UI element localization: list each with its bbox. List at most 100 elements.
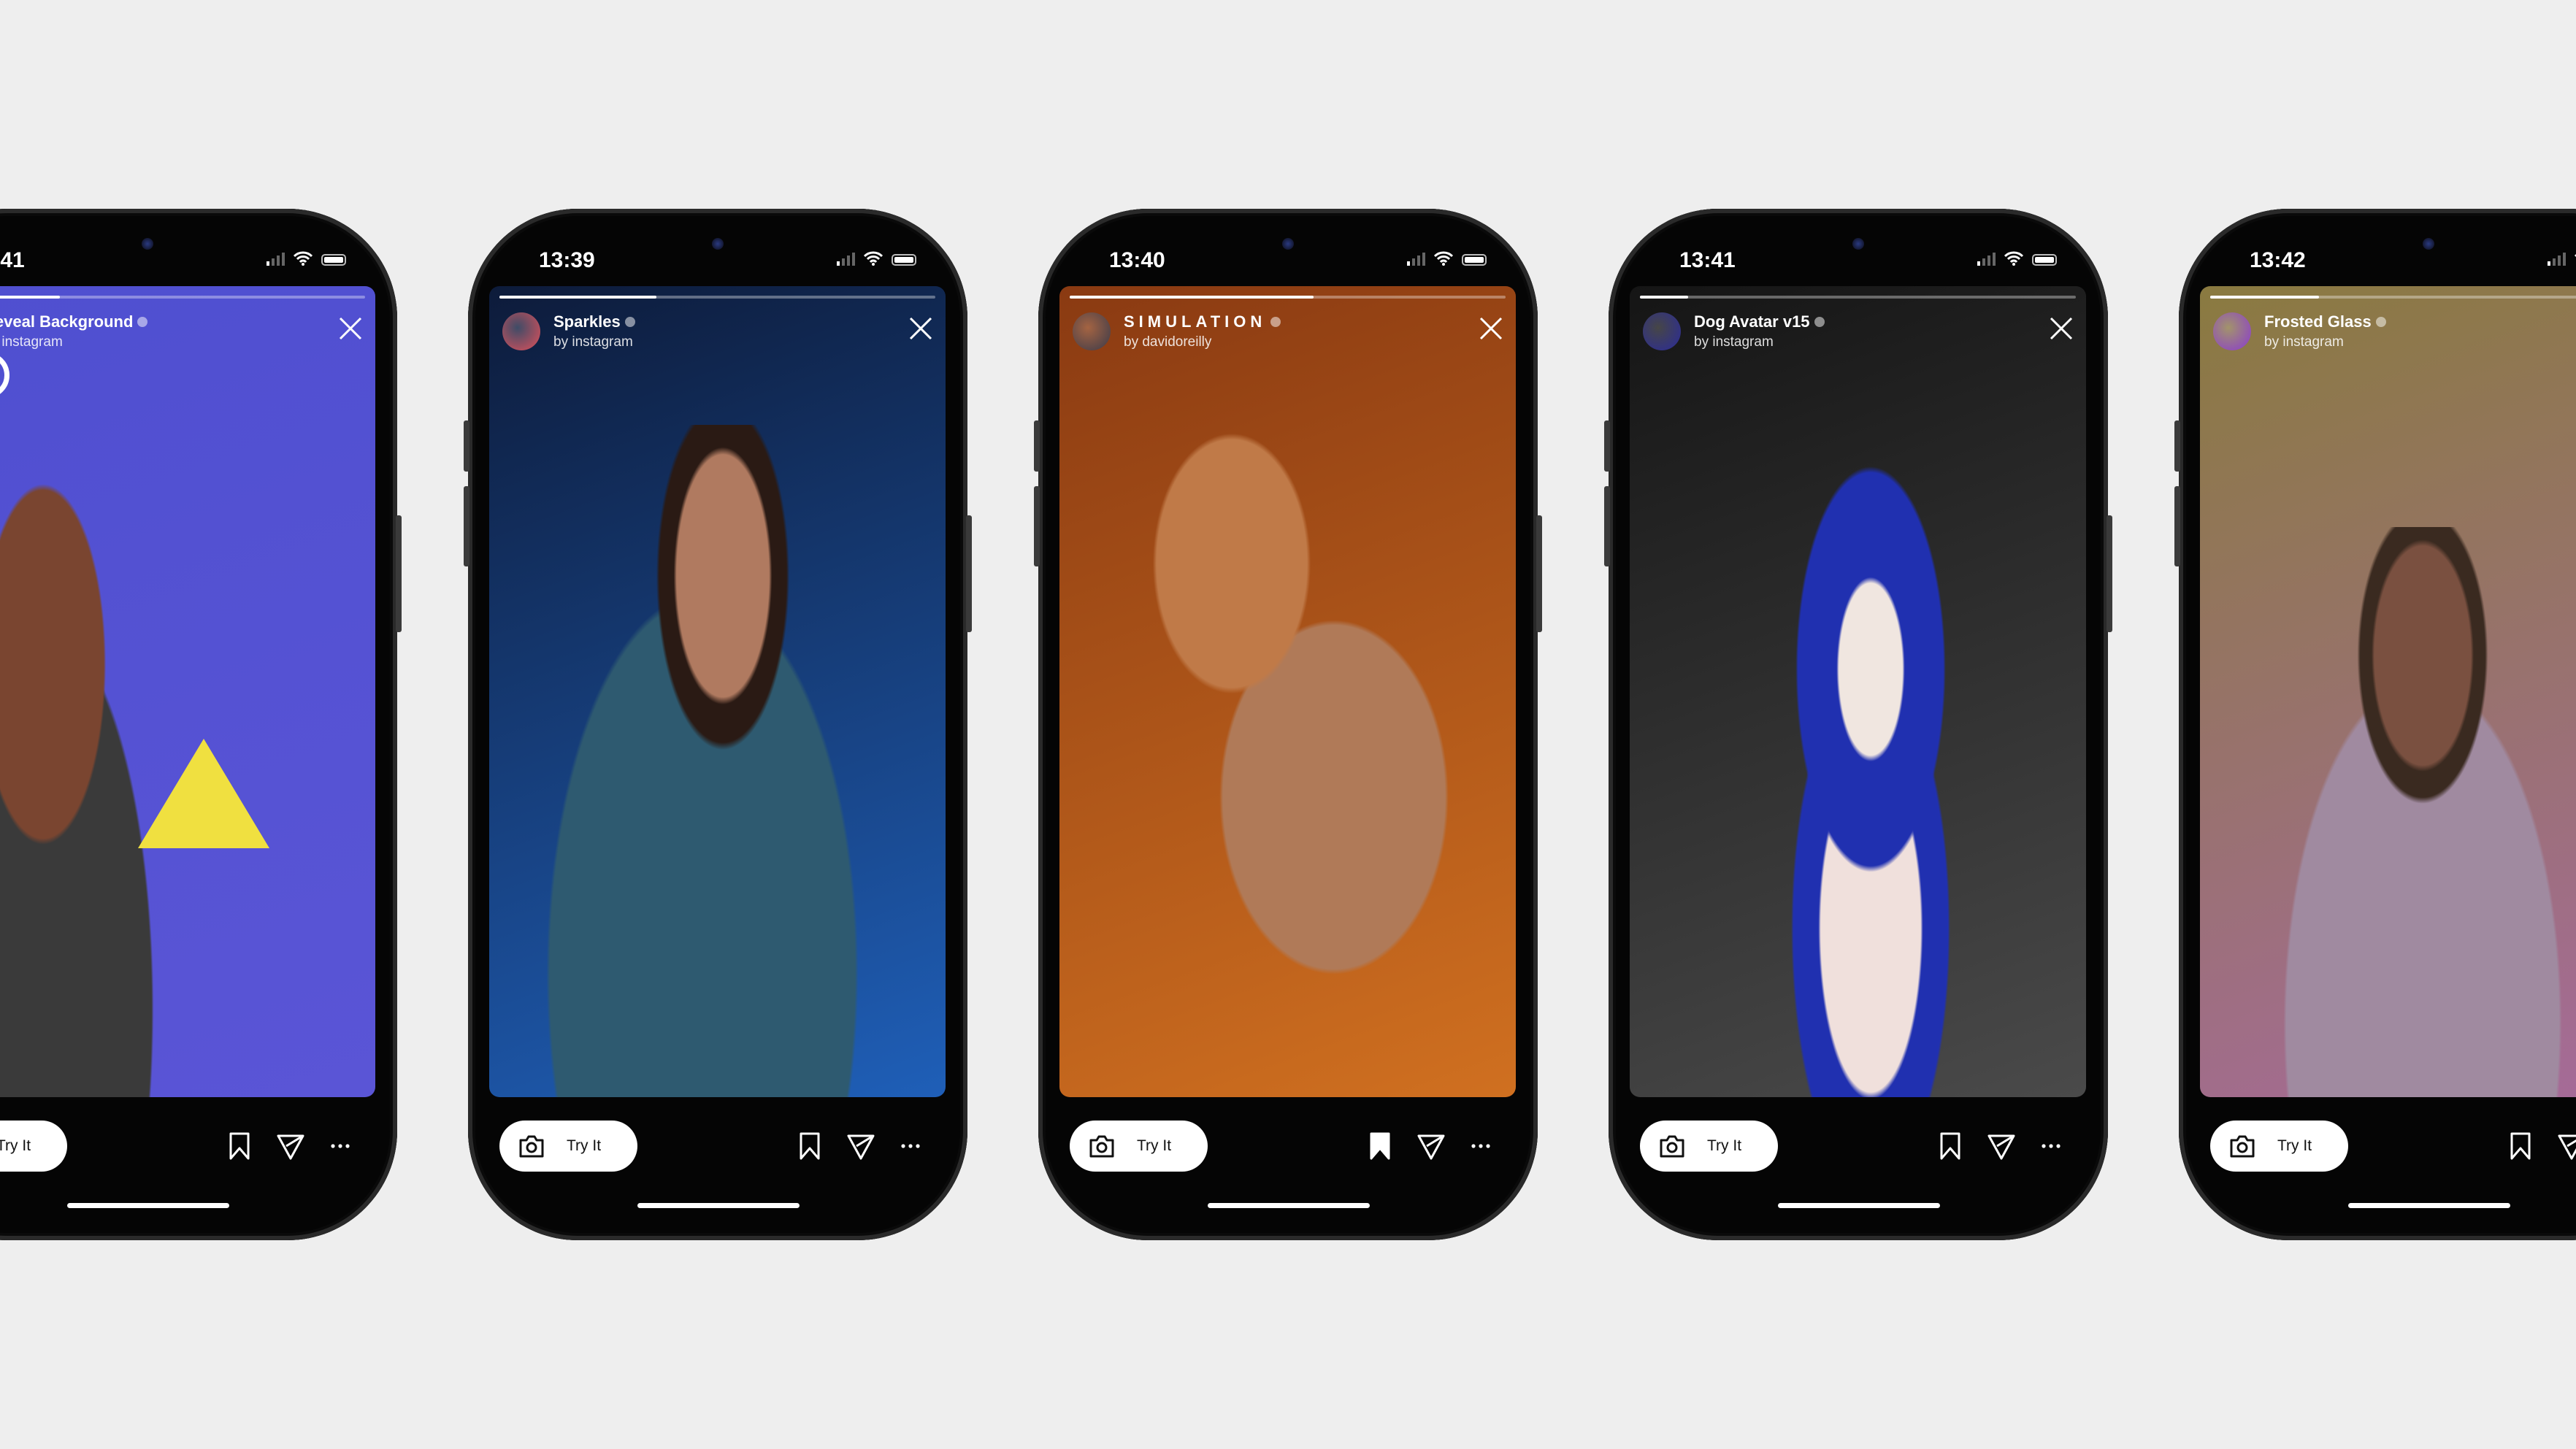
try-it-button[interactable]: Try It xyxy=(1640,1121,1778,1172)
story-progress-bar xyxy=(0,296,365,299)
front-camera xyxy=(1282,238,1294,250)
status-time: 13:39 xyxy=(539,248,595,272)
effect-name: Reveal Background xyxy=(0,312,134,331)
bookmark-icon[interactable] xyxy=(1365,1131,1395,1161)
side-button xyxy=(464,486,469,566)
verified-icon xyxy=(2375,317,2386,327)
creator-avatar[interactable] xyxy=(1073,312,1111,350)
home-indicator[interactable] xyxy=(637,1203,800,1208)
status-icons xyxy=(1977,251,2057,266)
send-icon[interactable] xyxy=(2557,1131,2576,1161)
verified-icon xyxy=(1270,317,1281,327)
creator-avatar[interactable] xyxy=(1643,312,1681,350)
effect-creator[interactable]: by instagram xyxy=(1694,334,1825,350)
effect-creator[interactable]: by instagram xyxy=(0,334,147,350)
try-it-button[interactable]: Try It xyxy=(0,1121,67,1172)
effect-title[interactable]: Dog Avatar v15 xyxy=(1694,312,1825,331)
battery-icon xyxy=(2032,254,2057,266)
bookmark-icon[interactable] xyxy=(2506,1131,2535,1161)
wifi-icon xyxy=(294,251,313,266)
effect-creator[interactable]: by instagram xyxy=(553,334,635,350)
bookmark-icon[interactable] xyxy=(795,1131,824,1161)
status-time: 13:41 xyxy=(0,248,25,272)
send-icon[interactable] xyxy=(1987,1131,2016,1161)
wifi-icon xyxy=(2004,251,2023,266)
try-it-button[interactable]: Try It xyxy=(1070,1121,1208,1172)
status-time: 13:41 xyxy=(1679,248,1736,272)
effect-preview[interactable]: Frosted Glass by instagram xyxy=(2200,286,2576,1097)
effect-header: Frosted Glass by instagram xyxy=(2213,312,2386,350)
close-icon[interactable] xyxy=(2047,314,2076,343)
effect-header: Dog Avatar v15 by instagram xyxy=(1643,312,1825,350)
effect-name: Frosted Glass xyxy=(2264,312,2372,331)
wifi-icon xyxy=(864,251,883,266)
verified-icon xyxy=(624,317,635,327)
phone-mockup: 13:42 Frosted Glass by instagram Try It xyxy=(2174,209,2576,1240)
effect-preview[interactable]: SIMULATION by davidoreilly xyxy=(1059,286,1516,1097)
side-button xyxy=(396,515,402,632)
story-progress-bar xyxy=(1070,296,1506,299)
ring-shape xyxy=(0,352,9,399)
close-icon[interactable] xyxy=(336,314,365,343)
creator-avatar[interactable] xyxy=(502,312,540,350)
effect-title[interactable]: Frosted Glass xyxy=(2264,312,2386,331)
camera-icon xyxy=(1089,1135,1114,1158)
send-icon[interactable] xyxy=(276,1131,305,1161)
verified-icon xyxy=(137,317,148,327)
effect-title[interactable]: Sparkles xyxy=(553,312,635,331)
status-icons xyxy=(837,251,916,266)
status-icons xyxy=(2548,251,2576,266)
more-options-icon[interactable] xyxy=(1466,1131,1495,1161)
close-icon[interactable] xyxy=(1476,314,1506,343)
signal-icon xyxy=(837,251,855,266)
effect-title[interactable]: SIMULATION xyxy=(1124,312,1281,331)
side-button xyxy=(1034,420,1040,472)
more-options-icon[interactable] xyxy=(2036,1131,2066,1161)
verified-icon xyxy=(1814,317,1825,327)
effect-header: Sparkles by instagram xyxy=(502,312,635,350)
effect-title[interactable]: Reveal Background xyxy=(0,312,148,331)
front-camera xyxy=(142,238,153,250)
phone-mockup: 13:40 SIMULATION by davidoreilly Try It xyxy=(1034,209,1542,1240)
try-it-label: Try It xyxy=(2277,1137,2312,1154)
creator-avatar[interactable] xyxy=(2213,312,2251,350)
home-indicator[interactable] xyxy=(67,1203,229,1208)
front-camera xyxy=(1852,238,1864,250)
effect-header: Reveal Background by instagram xyxy=(0,312,148,350)
send-icon[interactable] xyxy=(1417,1131,1446,1161)
send-icon[interactable] xyxy=(846,1131,875,1161)
effect-name: SIMULATION xyxy=(1124,312,1267,331)
home-indicator[interactable] xyxy=(1778,1203,1940,1208)
wifi-icon xyxy=(1434,251,1453,266)
effect-creator[interactable]: by instagram xyxy=(2264,334,2386,350)
camera-icon xyxy=(1660,1135,1684,1158)
try-it-button[interactable]: Try It xyxy=(2210,1121,2348,1172)
home-indicator[interactable] xyxy=(2348,1203,2510,1208)
status-icons xyxy=(267,251,346,266)
side-button xyxy=(1536,515,1542,632)
side-button xyxy=(1604,420,1610,472)
effect-name: Sparkles xyxy=(553,312,621,331)
close-icon[interactable] xyxy=(906,314,935,343)
side-button xyxy=(2174,486,2180,566)
baby-figure xyxy=(1089,418,1498,1002)
front-camera xyxy=(2423,238,2434,250)
effect-preview[interactable]: Dog Avatar v15 by instagram xyxy=(1630,286,2086,1097)
effect-preview[interactable]: Reveal Background by instagram xyxy=(0,286,375,1097)
bookmark-icon[interactable] xyxy=(225,1131,254,1161)
effect-preview[interactable]: Sparkles by instagram xyxy=(489,286,946,1097)
status-time: 13:42 xyxy=(2250,248,2306,272)
more-options-icon[interactable] xyxy=(326,1131,355,1161)
side-button xyxy=(1034,486,1040,566)
phone-mockup: 13:41 Dog Avatar v15 by instagram Try It xyxy=(1604,209,2112,1240)
home-indicator[interactable] xyxy=(1208,1203,1370,1208)
side-button xyxy=(2174,420,2180,472)
try-it-button[interactable]: Try It xyxy=(499,1121,637,1172)
more-options-icon[interactable] xyxy=(896,1131,925,1161)
dog-figure xyxy=(1710,403,2031,1097)
person-figure xyxy=(518,425,927,1097)
signal-icon xyxy=(1977,251,1996,266)
effect-creator[interactable]: by davidoreilly xyxy=(1124,334,1281,350)
bookmark-icon[interactable] xyxy=(1936,1131,1965,1161)
side-button xyxy=(2107,515,2112,632)
